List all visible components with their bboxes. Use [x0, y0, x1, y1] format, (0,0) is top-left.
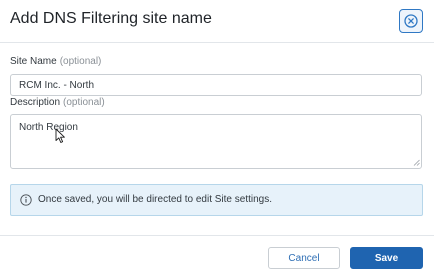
close-button[interactable] — [399, 9, 423, 33]
site-name-label-text: Site Name — [10, 56, 57, 67]
description-label-text: Description — [10, 97, 61, 108]
save-button[interactable]: Save — [350, 247, 423, 269]
close-circle-icon — [404, 14, 418, 28]
cancel-button[interactable]: Cancel — [268, 247, 340, 269]
add-site-dialog: Add DNS Filtering site name Site Name (op… — [0, 0, 434, 278]
dialog-title: Add DNS Filtering site name — [10, 10, 212, 27]
dialog-header: Add DNS Filtering site name — [0, 0, 434, 43]
site-name-label: Site Name (optional) — [10, 56, 101, 67]
site-name-optional-text: (optional) — [59, 56, 102, 67]
description-optional-text: (optional) — [63, 97, 105, 108]
info-message: Once saved, you will be directed to edit… — [10, 184, 423, 216]
site-name-input[interactable] — [10, 74, 422, 96]
description-textarea[interactable]: North Region — [10, 114, 422, 169]
description-label: Description (optional) — [10, 97, 105, 108]
info-text: Once saved, you will be directed to edit… — [38, 194, 273, 205]
footer-divider — [0, 235, 434, 236]
info-icon — [20, 194, 32, 206]
